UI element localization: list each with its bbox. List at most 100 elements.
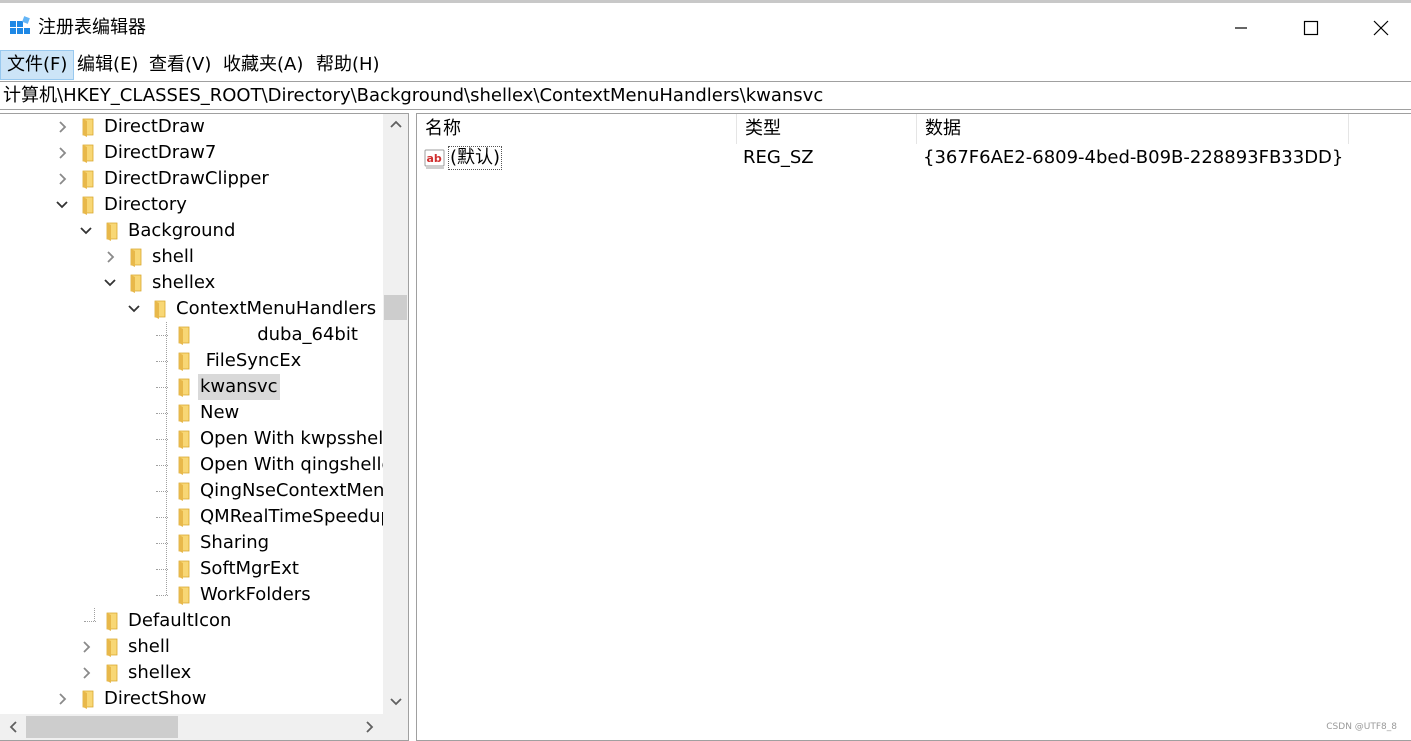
- registry-editor-app-icon: [10, 16, 30, 34]
- chevron-down-icon[interactable]: [78, 222, 94, 240]
- tree-item[interactable]: shellex: [0, 270, 383, 296]
- address-bar[interactable]: 计算机\HKEY_CLASSES_ROOT\Directory\Backgrou…: [0, 81, 1411, 110]
- tree-item-label[interactable]: shell: [126, 634, 172, 660]
- tree-item[interactable]: DirectShow: [0, 686, 383, 712]
- tree-item-label[interactable]: WorkFolders: [198, 582, 313, 608]
- tree-item-label[interactable]: QingNseContextMenu: [198, 478, 398, 504]
- tree-item-label[interactable]: shellex: [126, 660, 193, 686]
- tree-connector: [156, 595, 168, 596]
- menu-file[interactable]: 文件(F): [0, 50, 75, 80]
- column-header-type[interactable]: 类型: [737, 114, 917, 144]
- chevron-right-icon[interactable]: [54, 170, 70, 188]
- tree-item-label[interactable]: DirectShow: [102, 686, 208, 712]
- scroll-right-button[interactable]: [357, 714, 383, 740]
- scroll-up-button[interactable]: [383, 114, 408, 134]
- tree-item-label[interactable]: DefaultIcon: [126, 608, 233, 634]
- column-header-name[interactable]: 名称: [417, 114, 737, 144]
- folder-icon: [178, 352, 190, 371]
- tree-item[interactable]: Open With qingshellext: [0, 452, 408, 478]
- scrollbar-corner: [383, 714, 408, 740]
- tree-item-label[interactable]: DirectDraw7: [102, 140, 218, 166]
- tree-item[interactable]: DirectDraw: [0, 114, 383, 140]
- chevron-down-icon[interactable]: [54, 196, 70, 214]
- tree-vertical-scrollbar[interactable]: [383, 114, 408, 714]
- folder-icon: [130, 274, 142, 293]
- tree-item[interactable]: shellex: [0, 660, 383, 686]
- tree-item-label[interactable]: kwansvc: [198, 374, 280, 400]
- chevron-right-icon[interactable]: [54, 144, 70, 162]
- tree-item-label[interactable]: Open With kwpsshell: [198, 426, 390, 452]
- chevron-right-icon[interactable]: [78, 638, 94, 656]
- tree-item-label[interactable]: DirectDrawClipper: [102, 166, 271, 192]
- tree-connector: [84, 621, 96, 622]
- tree-item[interactable]: duba_64bit: [0, 322, 383, 348]
- tree-item-label[interactable]: ContextMenuHandlers: [174, 296, 378, 322]
- close-button[interactable]: [1346, 6, 1411, 49]
- tree-item[interactable]: New: [0, 400, 383, 426]
- chevron-right-icon[interactable]: [54, 690, 70, 708]
- window-title: 注册表编辑器: [38, 17, 146, 38]
- minimize-icon: [1235, 26, 1247, 29]
- tree-item-label[interactable]: Sharing: [198, 530, 271, 556]
- folder-icon: [82, 196, 94, 215]
- key-tree-pane: DirectDraw DirectDraw7 DirectDrawClipper Di…: [0, 113, 409, 741]
- tree-item[interactable]: Background: [0, 218, 383, 244]
- chevron-right-icon[interactable]: [102, 248, 118, 266]
- chevron-right-icon[interactable]: [78, 664, 94, 682]
- value-row[interactable]: ab (默认) REG_SZ {367F6AE2-6809-4bed-B09B-…: [417, 145, 1411, 171]
- menu-favorites[interactable]: 收藏夹(A): [217, 50, 309, 80]
- chevron-up-icon: [389, 120, 402, 128]
- tree-item[interactable]: DirectDrawClipper: [0, 166, 383, 192]
- value-name[interactable]: (默认): [448, 146, 503, 170]
- maximize-button[interactable]: [1276, 6, 1346, 49]
- tree-guide-line: [94, 608, 95, 621]
- column-header-data[interactable]: 数据: [917, 114, 1349, 144]
- chevron-down-icon[interactable]: [126, 300, 142, 318]
- tree-item[interactable]: Open With kwpsshell: [0, 426, 388, 452]
- values-pane: 名称 类型 数据 ab (默认) REG_SZ {367F6AE2-6809-4…: [416, 113, 1411, 741]
- tree-item[interactable]: QingNseContextMenu: [0, 478, 396, 504]
- tree-item[interactable]: QMRealTimeSpeedup: [0, 504, 392, 530]
- tree-item[interactable]: Directory: [0, 192, 383, 218]
- folder-icon: [130, 248, 142, 267]
- tree-item[interactable]: kwansvc: [0, 374, 383, 400]
- tree-horizontal-scrollbar[interactable]: [0, 714, 383, 740]
- tree-item-label[interactable]: FileSyncEx: [198, 348, 303, 374]
- value-data: {367F6AE2-6809-4bed-B09B-228893FB33DD}: [923, 147, 1344, 168]
- folder-icon: [82, 170, 94, 189]
- chevron-right-icon[interactable]: [54, 118, 70, 136]
- tree-item-label[interactable]: Open With qingshellext: [198, 452, 408, 478]
- tree-item[interactable]: ContextMenuHandlers: [0, 296, 383, 322]
- minimize-button[interactable]: [1206, 6, 1276, 49]
- folder-icon: [178, 482, 190, 501]
- menu-view[interactable]: 查看(V): [143, 50, 217, 80]
- chevron-down-icon[interactable]: [102, 274, 118, 292]
- scroll-down-button[interactable]: [383, 692, 408, 712]
- title-bar: 注册表编辑器: [0, 6, 1411, 49]
- address-path[interactable]: 计算机\HKEY_CLASSES_ROOT\Directory\Backgrou…: [3, 85, 823, 107]
- tree-item-label[interactable]: New: [198, 400, 241, 426]
- tree-item[interactable]: FileSyncEx: [0, 348, 383, 374]
- tree-item-label[interactable]: QMRealTimeSpeedup: [198, 504, 394, 530]
- tree-item-label[interactable]: shellex: [150, 270, 217, 296]
- menu-edit[interactable]: 编辑(E): [71, 50, 144, 80]
- tree-item-label[interactable]: Directory: [102, 192, 189, 218]
- tree-item[interactable]: shell: [0, 634, 383, 660]
- tree-item-label[interactable]: SoftMgrExt: [198, 556, 301, 582]
- tree-item-label[interactable]: Background: [126, 218, 237, 244]
- scroll-left-button[interactable]: [0, 714, 26, 740]
- tree-item[interactable]: shell: [0, 244, 383, 270]
- tree-item[interactable]: DirectDraw7: [0, 140, 383, 166]
- vertical-scroll-thumb[interactable]: [384, 295, 407, 320]
- tree-item[interactable]: DefaultIcon: [0, 608, 383, 634]
- tree-item[interactable]: Sharing: [0, 530, 383, 556]
- menu-help[interactable]: 帮助(H): [310, 50, 386, 80]
- tree-item[interactable]: WorkFolders: [0, 582, 383, 608]
- tree-item-label[interactable]: shell: [150, 244, 196, 270]
- folder-icon: [106, 638, 118, 657]
- tree-item-label[interactable]: duba_64bit: [198, 322, 360, 348]
- folder-icon: [178, 508, 190, 527]
- tree-item-label[interactable]: DirectDraw: [102, 114, 207, 140]
- tree-item[interactable]: SoftMgrExt: [0, 556, 383, 582]
- horizontal-scroll-thumb[interactable]: [26, 716, 178, 738]
